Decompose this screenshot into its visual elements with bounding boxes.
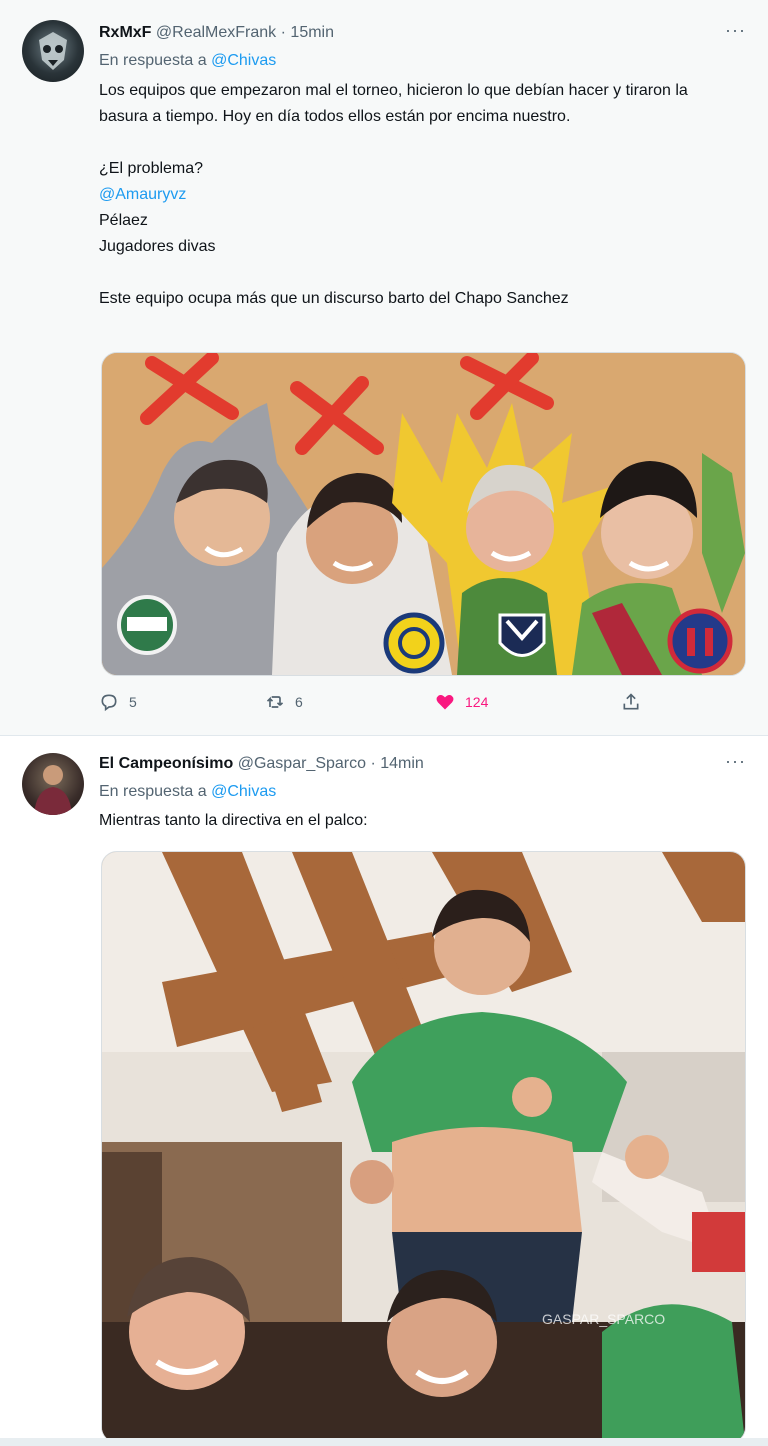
like-button[interactable]: 124 (435, 692, 488, 712)
display-name[interactable]: RxMxF (99, 24, 151, 41)
reply-button[interactable]: 5 (99, 692, 137, 712)
player-photo-icon (34, 765, 72, 815)
watermark-text: GASPAR_SPARCO (542, 1311, 665, 1327)
tweet-line: Pélaez (99, 212, 148, 229)
reply-mention-link[interactable]: @Chivas (211, 52, 276, 69)
share-button[interactable] (621, 692, 641, 712)
mention-link[interactable]: @Amauryvz (99, 182, 739, 208)
timestamp[interactable]: · 15min (281, 24, 334, 41)
skull-emblem-icon (39, 32, 67, 70)
tweet-header: El Campeonísimo @Gaspar_Sparco · 14min (99, 755, 424, 773)
tweet-text: Los equipos que empezaron mal el torneo,… (99, 78, 739, 312)
reply-prefix: En respuesta a (99, 783, 207, 800)
retweet-count: 6 (295, 694, 303, 710)
reply-context: En respuesta a @Chivas (99, 52, 276, 70)
meme-illustration (102, 353, 745, 675)
tweet-header: RxMxF @RealMexFrank · 15min (99, 24, 334, 42)
tweet-photo[interactable]: GASPAR_SPARCO (101, 851, 746, 1443)
tweet-line: Mientras tanto la directiva en el palco: (99, 812, 368, 829)
more-dots-icon[interactable]: ··· (725, 751, 746, 772)
retweet-button[interactable]: 6 (265, 692, 303, 712)
display-name[interactable]: El Campeonísimo (99, 755, 233, 772)
meme-image[interactable] (101, 352, 746, 676)
avatar[interactable] (22, 753, 84, 815)
monterrey-badge-icon (498, 613, 546, 657)
more-dots-icon[interactable]: ··· (725, 20, 746, 41)
user-handle[interactable]: @RealMexFrank (156, 24, 276, 41)
reply-count: 5 (129, 694, 137, 710)
tweet-line: ¿El problema? (99, 160, 204, 177)
timestamp[interactable]: · 14min (370, 755, 423, 772)
tweet-line: Jugadores divas (99, 238, 216, 255)
chivas-badge-icon (667, 608, 733, 674)
speech-bubble-icon (101, 694, 117, 712)
scroll-edge (0, 1438, 768, 1446)
tweet-card[interactable]: El Campeonísimo @Gaspar_Sparco · 14min ·… (0, 737, 768, 1446)
user-handle[interactable]: @Gaspar_Sparco (238, 755, 366, 772)
celebration-photo: GASPAR_SPARCO (102, 852, 745, 1442)
america-badge-icon (383, 612, 445, 674)
tweet-text: Mientras tanto la directiva en el palco: (99, 808, 739, 834)
heart-icon (436, 695, 454, 710)
tweet-actions: 5 6 124 (99, 692, 659, 716)
tweet-card[interactable]: RxMxF @RealMexFrank · 15min ··· En respu… (0, 0, 768, 736)
reply-context: En respuesta a @Chivas (99, 783, 276, 801)
like-count: 124 (465, 694, 489, 710)
reply-prefix: En respuesta a (99, 52, 207, 69)
avatar[interactable] (22, 20, 84, 82)
tweet-paragraph: Los equipos que empezaron mal el torneo,… (99, 82, 688, 125)
reply-mention-link[interactable]: @Chivas (211, 783, 276, 800)
share-icon (623, 693, 639, 710)
retweet-icon (266, 696, 284, 708)
santos-badge-icon (117, 595, 177, 655)
tweet-line: Este equipo ocupa más que un discurso ba… (99, 290, 569, 307)
